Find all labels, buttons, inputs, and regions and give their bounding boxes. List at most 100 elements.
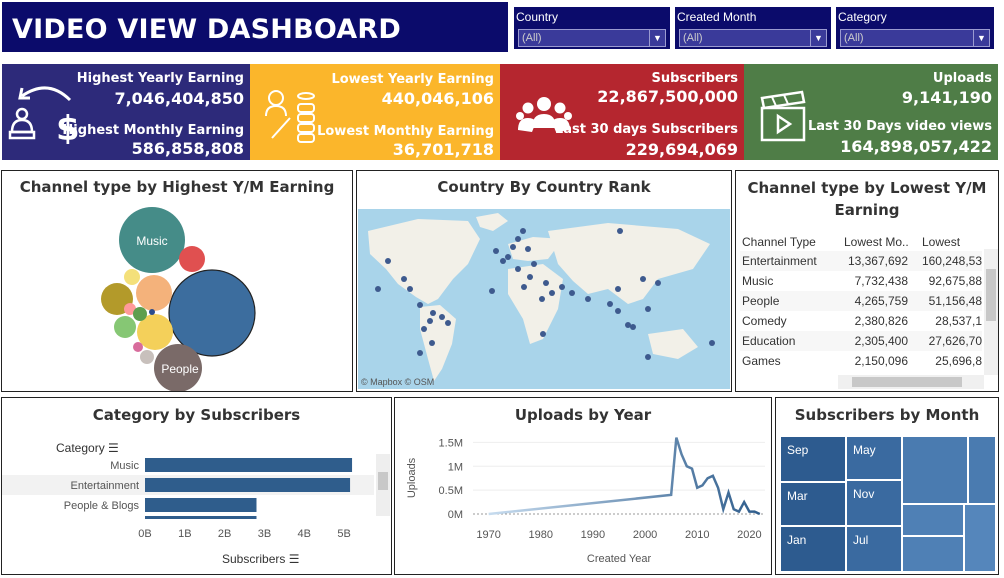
- filter-country-select[interactable]: (All) ▼: [518, 29, 666, 47]
- bar-partial: [145, 516, 257, 519]
- treemap-cell[interactable]: Jan: [780, 526, 846, 572]
- x-axis-title: Created Year: [587, 553, 652, 565]
- filter-country[interactable]: Country (All) ▼: [513, 6, 671, 50]
- y-tick-label: 0.5M: [439, 485, 463, 497]
- category-subscribers-panel: Category by Subscribers Category ☰ Music…: [1, 397, 392, 575]
- table-cell: Comedy: [742, 314, 787, 328]
- y-axis-title: Uploads: [406, 457, 418, 498]
- table-row[interactable]: Comedy 2,380,826 28,537,1: [740, 311, 982, 331]
- filter-created-month-select[interactable]: (All) ▼: [679, 29, 827, 47]
- bubble-label-music: Music: [136, 234, 167, 248]
- chevron-down-icon[interactable]: ▼: [973, 30, 989, 46]
- table-cell: 25,696,8: [935, 354, 982, 368]
- table-cell: Games: [742, 354, 781, 368]
- treemap-cell[interactable]: [964, 504, 996, 572]
- scrollbar-thumb[interactable]: [986, 269, 996, 321]
- kpi-label: Subscribers: [651, 71, 738, 86]
- bubble[interactable]: [140, 350, 154, 364]
- treemap-cell[interactable]: [902, 536, 964, 572]
- panel-title: Channel type by Lowest Y/M: [747, 179, 987, 197]
- filter-country-value: (All): [522, 32, 542, 44]
- table-cell: 28,537,1: [935, 314, 982, 328]
- table-cell: 13,367,692: [847, 254, 908, 268]
- table-row[interactable]: Music 7,732,438 92,675,88: [740, 271, 982, 291]
- table-cell: Music: [742, 274, 774, 288]
- world-map[interactable]: © Mapbox © OSM: [358, 209, 730, 389]
- column-header[interactable]: Channel Type: [742, 235, 816, 249]
- scrollbar-thumb[interactable]: [852, 377, 962, 387]
- bar[interactable]: [145, 498, 257, 512]
- table-row[interactable]: Entertainment 13,367,692 160,248,53: [740, 251, 982, 271]
- x-tick-label: 1B: [178, 528, 191, 540]
- table-cell: 27,626,70: [928, 334, 982, 348]
- kpi-value: 229,694,069: [625, 140, 738, 159]
- y-tick-label: 0M: [448, 509, 463, 521]
- chevron-down-icon[interactable]: ▼: [810, 30, 826, 46]
- x-tick-label: 2020: [737, 529, 761, 541]
- filter-category-label: Category: [838, 10, 887, 24]
- treemap-cell[interactable]: [902, 504, 964, 536]
- uploads-year-panel: Uploads by Year 0M 0.5M 1M 1.5M 1970 1980 1990…: [394, 397, 772, 575]
- bubble[interactable]: [149, 309, 155, 315]
- kpi-value: 7,046,404,850: [114, 89, 244, 108]
- treemap-cell[interactable]: Jul: [846, 526, 902, 572]
- table-row[interactable]: Education 2,305,400 27,626,70: [740, 331, 982, 351]
- map-attribution: © Mapbox © OSM: [361, 377, 434, 387]
- clapperboard-icon: [760, 90, 806, 142]
- filter-category-select[interactable]: (All) ▼: [840, 29, 990, 47]
- horizontal-scrollbar[interactable]: [838, 375, 984, 389]
- coins-icon: [265, 90, 315, 143]
- vertical-scrollbar[interactable]: [984, 249, 998, 375]
- treemap-cell[interactable]: [902, 436, 968, 504]
- kpi-label: Last 30 Days video views: [807, 119, 992, 134]
- filter-created-month[interactable]: Created Month (All) ▼: [674, 6, 832, 50]
- column-header[interactable]: Lowest Mo..: [844, 235, 909, 249]
- kpi-label: Uploads: [932, 71, 992, 86]
- kpi-value: 36,701,718: [392, 140, 494, 159]
- table-cell: Entertainment: [742, 254, 817, 268]
- bubble[interactable]: [124, 269, 140, 285]
- treemap-cell[interactable]: Sep: [780, 436, 846, 482]
- bubble[interactable]: [114, 316, 136, 338]
- uploads-line-chart: 0M 0.5M 1M 1.5M 1970 1980 1990 2000 2010 2020 Uplo…: [406, 437, 765, 565]
- bar[interactable]: [145, 458, 353, 472]
- x-tick-label: 0B: [138, 528, 151, 540]
- x-tick-label: 4B: [298, 528, 311, 540]
- bubble[interactable]: [133, 342, 143, 352]
- x-tick-label: 1970: [476, 529, 500, 541]
- table-cell: 51,156,48: [928, 294, 982, 308]
- treemap-cell[interactable]: [968, 436, 996, 504]
- filter-country-label: Country: [516, 10, 559, 24]
- kpi-label: Highest Monthly Earning: [62, 123, 244, 138]
- bubble[interactable]: [133, 307, 147, 321]
- month-treemap: Sep Mar Jan May Nov Jul: [780, 436, 996, 572]
- treemap-cell[interactable]: Mar: [780, 482, 846, 526]
- bubble[interactable]: [179, 246, 205, 272]
- category-bar-chart: Music Entertainment People & Blogs 0B 1B 2B 3B…: [2, 454, 390, 540]
- kpi-highest-earning: $ Highest Yearly Earning 7,046,404,850 H…: [2, 64, 250, 160]
- filter-category[interactable]: Category (All) ▼: [835, 6, 995, 50]
- kpi-value: 586,858,808: [131, 139, 244, 158]
- bubble[interactable]: [136, 275, 172, 311]
- table-cell: Education: [742, 334, 796, 348]
- bubble-label-people: People: [161, 362, 199, 376]
- x-tick-label: 1990: [581, 529, 605, 541]
- table-header: Channel Type Lowest Mo.. Lowest Yea: [740, 232, 982, 263]
- dashboard-title-bar: VIDEO VIEW DASHBOARD: [2, 2, 508, 52]
- bar[interactable]: [145, 478, 351, 492]
- subscribers-axis-label: Subscribers ☰: [222, 552, 299, 566]
- treemap-cell[interactable]: Nov: [846, 480, 902, 526]
- subscribers-month-panel: Subscribers by Month Sep Mar Jan May Nov…: [775, 397, 999, 575]
- treemap-cell[interactable]: May: [846, 436, 902, 480]
- chevron-down-icon[interactable]: ▼: [649, 30, 665, 46]
- table-row[interactable]: People 4,265,759 51,156,48: [740, 291, 982, 311]
- x-tick-label: 2B: [218, 528, 231, 540]
- scrollbar-thumb[interactable]: [378, 472, 388, 490]
- table-row[interactable]: Games 2,150,096 25,696,8: [740, 351, 982, 371]
- table-cell: 160,248,53: [921, 254, 982, 268]
- x-tick-label: 3B: [258, 528, 271, 540]
- kpi-label: Highest Yearly Earning: [76, 71, 244, 86]
- sort-icon[interactable]: ☰: [289, 552, 300, 566]
- uploads-series-line[interactable]: [488, 437, 761, 516]
- bubble-entertainment[interactable]: [168, 269, 256, 357]
